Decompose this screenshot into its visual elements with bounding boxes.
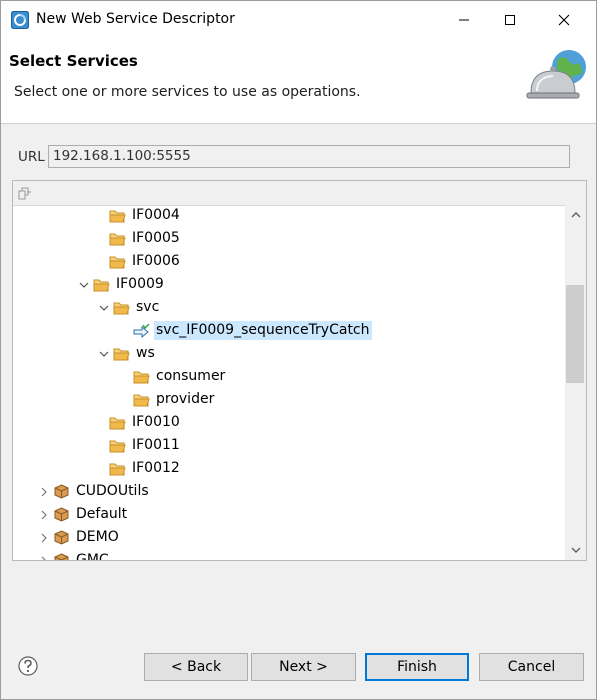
package-icon xyxy=(53,507,70,522)
services-tree[interactable]: IF0004 IF0005 IF0006 IF0009 svc svc_IF00… xyxy=(13,205,563,561)
folder-icon xyxy=(133,369,150,384)
chevron-down-icon[interactable] xyxy=(97,347,111,361)
back-button[interactable]: < Back xyxy=(144,653,248,681)
maximize-button[interactable] xyxy=(487,1,533,39)
help-icon[interactable] xyxy=(18,656,38,676)
finish-button[interactable]: Finish xyxy=(365,653,469,681)
folder-icon xyxy=(113,300,130,315)
tree-item-label: IF0005 xyxy=(132,230,180,246)
folder-icon xyxy=(109,254,126,269)
tree-item-label: svc xyxy=(136,299,160,315)
chevron-right-icon[interactable] xyxy=(37,531,51,545)
scroll-down-button[interactable] xyxy=(565,540,586,560)
folder-icon xyxy=(109,461,126,476)
tree-toolbar xyxy=(13,181,586,206)
chevron-down-icon[interactable] xyxy=(97,301,111,315)
tree-item-label: Default xyxy=(76,506,128,522)
next-button[interactable]: Next > xyxy=(251,653,356,681)
tree-item-label: ws xyxy=(136,345,155,361)
close-icon xyxy=(558,14,570,26)
folder-icon xyxy=(113,346,130,361)
tree-item-selected[interactable]: svc_IF0009_sequenceTryCatch xyxy=(133,320,372,341)
tree-item-label: IF0012 xyxy=(132,460,180,476)
tree-item[interactable]: IF0006 xyxy=(93,251,182,272)
folder-icon xyxy=(109,231,126,246)
tree-item-label: IF0010 xyxy=(132,414,180,430)
tree-item[interactable]: IF0011 xyxy=(93,435,182,456)
collapse-all-icon[interactable] xyxy=(17,185,33,201)
tree-item[interactable]: ws xyxy=(97,343,157,364)
tree-item[interactable]: GMC xyxy=(37,550,111,561)
tree-item[interactable]: IF0009 xyxy=(77,274,166,295)
url-field[interactable]: 192.168.1.100:5555 xyxy=(48,145,570,168)
tree-item-label: IF0004 xyxy=(132,207,180,223)
tree-item[interactable]: Default xyxy=(37,504,129,525)
package-icon xyxy=(53,530,70,545)
chevron-right-icon[interactable] xyxy=(37,508,51,522)
minimize-button[interactable] xyxy=(441,1,487,39)
scroll-up-button[interactable] xyxy=(565,205,586,225)
folder-icon xyxy=(109,438,126,453)
chevron-down-icon xyxy=(571,547,580,553)
minimize-icon xyxy=(459,19,469,21)
tree-item-label: DEMO xyxy=(76,529,119,545)
tree-item[interactable]: DEMO xyxy=(37,527,121,548)
maximize-icon xyxy=(505,15,515,25)
title-bar[interactable]: New Web Service Descriptor xyxy=(1,1,596,39)
chevron-right-icon[interactable] xyxy=(37,485,51,499)
tree-item-label: GMC xyxy=(76,552,109,561)
page-description: Select one or more services to use as op… xyxy=(14,84,361,100)
tree-item[interactable]: IF0004 xyxy=(93,205,182,226)
tree-item[interactable]: svc xyxy=(97,297,161,318)
tree-item[interactable]: IF0010 xyxy=(93,412,182,433)
tree-item-label: IF0011 xyxy=(132,437,180,453)
services-tree-panel: IF0004 IF0005 IF0006 IF0009 svc svc_IF00… xyxy=(12,180,587,561)
chevron-down-icon[interactable] xyxy=(77,278,91,292)
page-title: Select Services xyxy=(9,52,138,70)
tree-scrollbar[interactable] xyxy=(565,205,586,560)
tree-item[interactable]: consumer xyxy=(133,366,227,387)
tree-item-label: CUDOUtils xyxy=(76,483,149,499)
url-label: URL xyxy=(18,149,45,165)
folder-icon xyxy=(109,415,126,430)
dialog-window: New Web Service Descriptor Select Servic… xyxy=(0,0,597,700)
tree-item-label: svc_IF0009_sequenceTryCatch xyxy=(154,321,372,340)
package-icon xyxy=(53,553,70,560)
tree-item[interactable]: CUDOUtils xyxy=(37,481,151,502)
tree-item-label: consumer xyxy=(156,368,226,384)
tree-item-label: IF0006 xyxy=(132,253,180,269)
web-service-banner-icon xyxy=(525,45,591,105)
tree-item[interactable]: IF0005 xyxy=(93,228,182,249)
close-button[interactable] xyxy=(541,1,587,39)
window-title: New Web Service Descriptor xyxy=(36,11,235,27)
cancel-button[interactable]: Cancel xyxy=(479,653,584,681)
flow-service-icon xyxy=(133,323,150,338)
tree-item[interactable]: provider xyxy=(133,389,216,410)
wizard-header: Select Services Select one or more servi… xyxy=(1,39,596,124)
scroll-thumb[interactable] xyxy=(566,285,584,383)
app-icon xyxy=(11,11,29,29)
tree-item[interactable]: IF0012 xyxy=(93,458,182,479)
chevron-up-icon xyxy=(571,212,580,218)
folder-icon xyxy=(93,277,110,292)
tree-item-label: IF0009 xyxy=(116,276,164,292)
folder-icon xyxy=(133,392,150,407)
chevron-right-icon[interactable] xyxy=(37,554,51,560)
folder-icon xyxy=(109,208,126,223)
tree-item-label: provider xyxy=(156,391,215,407)
package-icon xyxy=(53,484,70,499)
